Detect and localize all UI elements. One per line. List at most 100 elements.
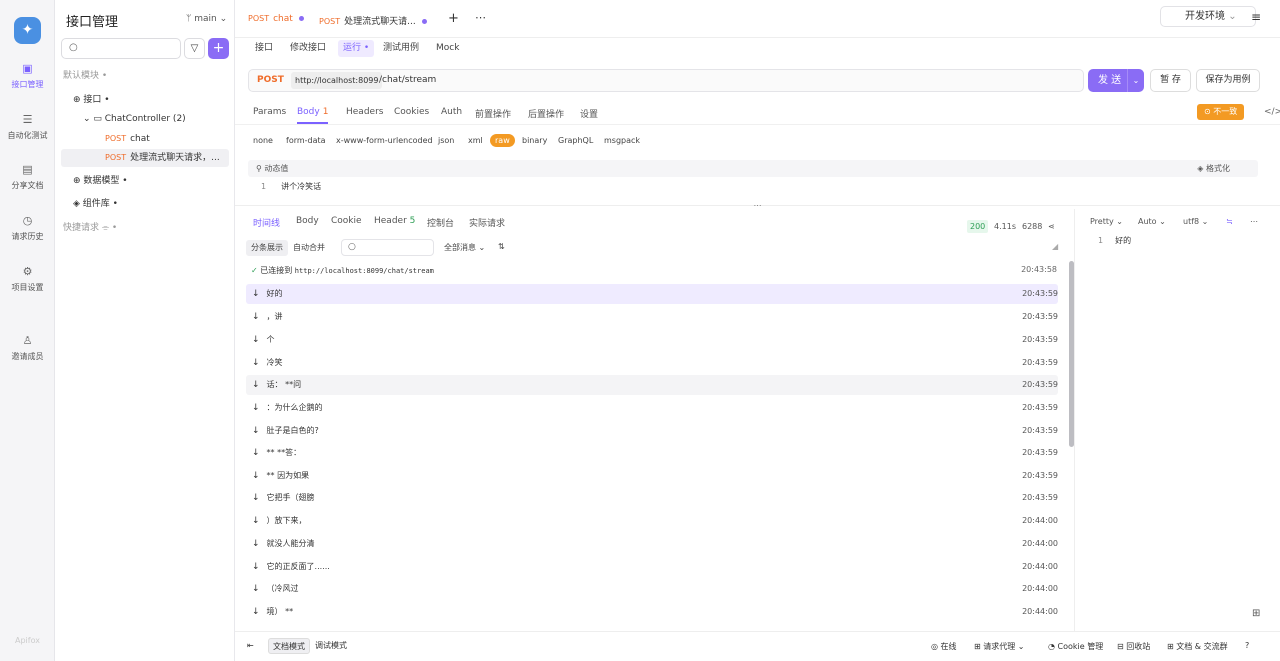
bodytype-raw[interactable]: raw	[490, 134, 515, 147]
tree-api-folder[interactable]: ⊕ 接口 •	[61, 91, 229, 109]
list-item[interactable]: ↓ 好的 20:43:59	[246, 284, 1058, 304]
subtab-api[interactable]: 接口	[250, 40, 278, 57]
list-item[interactable]: ↓ （冷风过 20:44:00	[246, 579, 1058, 599]
list-item[interactable]: ↓ 境） ** 20:44:00	[246, 602, 1058, 622]
wrap-icon[interactable]: ≒	[1226, 217, 1233, 226]
tree-data-models[interactable]: ⊕ 数据模型 •	[61, 172, 229, 190]
tree-endpoint-stream[interactable]: POST 处理流式聊天请求，...	[61, 149, 229, 167]
tab-auth[interactable]: Auth	[441, 107, 462, 117]
bodytype-binary[interactable]: binary	[522, 136, 547, 145]
timeline-search-input[interactable]: ○	[341, 239, 434, 256]
tree-quick-requests[interactable]: 快捷请求 ⌯ •	[61, 219, 229, 237]
request-path-input[interactable]: /chat/stream	[379, 75, 436, 85]
auto-merge-button[interactable]: 自动合并	[288, 240, 330, 256]
tab-console[interactable]: 控制台	[427, 216, 454, 229]
tree-search-input[interactable]: ○	[61, 38, 181, 59]
tab-actual-request[interactable]: 实际请求	[469, 216, 505, 229]
tab-cookies[interactable]: Cookies	[394, 107, 429, 117]
doc-mode-button[interactable]: 文档模式	[268, 638, 310, 654]
rail-project-settings[interactable]: ⚙ 项目设置	[0, 265, 55, 293]
list-item[interactable]: ↓ ** 因为如果 20:43:59	[246, 466, 1058, 486]
request-method[interactable]: POST	[257, 75, 284, 85]
tab-settings[interactable]: 设置	[580, 107, 598, 120]
subtab-edit[interactable]: 修改接口	[285, 40, 331, 57]
list-item[interactable]: ↓ ，讲 20:43:59	[246, 307, 1058, 327]
request-proxy[interactable]: ⊞ 请求代理 ⌄	[974, 641, 1025, 652]
mismatch-badge[interactable]: ⊙ 不一致	[1197, 104, 1245, 120]
tab-chat[interactable]: POST chat	[248, 14, 304, 24]
tab-resp-body[interactable]: Body	[296, 216, 319, 226]
auto-selector[interactable]: Auto ⌄	[1138, 217, 1166, 226]
encoding-selector[interactable]: utf8 ⌄	[1183, 217, 1208, 226]
tree-endpoint-chat[interactable]: POST chat	[61, 130, 229, 148]
body-editor[interactable]: 1 讲个冷笑话	[261, 181, 321, 192]
bodytype-xml[interactable]: xml	[468, 136, 483, 145]
tab-resp-header[interactable]: Header 5	[374, 216, 415, 226]
list-item[interactable]: ↓ 它的正反面了...... 20:44:00	[246, 557, 1058, 577]
timeline-scrollbar[interactable]	[1069, 261, 1074, 447]
send-button[interactable]: 发 送 ⌄	[1088, 69, 1144, 92]
subtab-testcases[interactable]: 测试用例	[378, 40, 424, 57]
list-item[interactable]: ↓ 它把手（翅膀 20:43:59	[246, 488, 1058, 508]
more-icon[interactable]: ⋯	[1250, 217, 1258, 226]
recycle-bin[interactable]: ⊟ 回收站	[1117, 641, 1150, 652]
format-button[interactable]: ◈ 格式化	[1197, 160, 1230, 177]
list-item[interactable]: ↓ 冷笑 20:43:59	[246, 353, 1058, 373]
chevron-down-icon[interactable]: ⌄	[1127, 69, 1144, 92]
tree-chatcontroller[interactable]: ⌄ ▭ ChatController (2)	[61, 110, 229, 128]
save-as-case-button[interactable]: 保存为用例	[1196, 69, 1260, 92]
tab-headers[interactable]: Headers	[346, 107, 383, 117]
online-status[interactable]: ◎ 在线	[931, 641, 957, 652]
tree-components[interactable]: ◈ 组件库 •	[61, 195, 229, 213]
bodytype-graphql[interactable]: GraphQL	[558, 136, 593, 145]
bodytype-json[interactable]: json	[438, 136, 454, 145]
more-tabs-button[interactable]: ⋯	[475, 11, 486, 24]
dynamic-value-bar[interactable]: ⚲ 动态值 ◈ 格式化	[248, 160, 1258, 177]
tab-body[interactable]: Body 1	[297, 107, 329, 124]
url-bar[interactable]: POST http://localhost:8099 /chat/stream	[248, 69, 1084, 92]
pretty-selector[interactable]: Pretty ⌄	[1090, 217, 1123, 226]
save-button[interactable]: 暂 存	[1150, 69, 1191, 92]
rail-history[interactable]: ◷ 请求历史	[0, 214, 55, 242]
rail-automation[interactable]: ☰ 自动化测试	[0, 113, 55, 141]
list-item[interactable]: ↓ 就没人能分清 20:44:00	[246, 534, 1058, 554]
sort-icon[interactable]: ⇅	[498, 242, 505, 251]
list-item[interactable]: ↓ ）放下来， 20:44:00	[246, 511, 1058, 531]
base-url-chip[interactable]: http://localhost:8099	[291, 72, 383, 89]
tab-params[interactable]: Params	[253, 107, 286, 117]
rail-invite[interactable]: ♙ 邀请成员	[0, 334, 55, 362]
docs-community[interactable]: ⊞ 文档 & 交流群	[1167, 641, 1228, 652]
code-icon[interactable]: </>	[1264, 107, 1280, 117]
rail-share-docs[interactable]: ▤ 分享文档	[0, 163, 55, 191]
message-filter[interactable]: 全部消息 ⌄	[444, 242, 485, 253]
tree-default-module[interactable]: 默认模块 •	[61, 67, 229, 85]
new-tab-button[interactable]: +	[448, 11, 459, 26]
list-item[interactable]: ↓ ** **答： 20:43:59	[246, 443, 1058, 463]
bodytype-none[interactable]: none	[253, 136, 273, 145]
list-item[interactable]: ↓ 个 20:43:59	[246, 330, 1058, 350]
list-item[interactable]: ↓ ：为什么企鹅的 20:43:59	[246, 398, 1058, 418]
subtab-mock[interactable]: Mock	[431, 40, 464, 57]
split-view-button[interactable]: 分条展示	[246, 240, 288, 256]
cookie-manager[interactable]: ◔ Cookie 管理	[1048, 641, 1103, 652]
subtab-run[interactable]: 运行 •	[338, 40, 375, 57]
share-icon[interactable]: ⋖	[1048, 222, 1055, 231]
tab-post-ops[interactable]: 后置操作	[528, 107, 564, 120]
clear-icon[interactable]: ◢	[1052, 242, 1058, 251]
expand-icon[interactable]: ⊞	[1252, 608, 1260, 619]
add-button[interactable]: +	[208, 38, 229, 59]
bodytype-msgpack[interactable]: msgpack	[604, 136, 640, 145]
bodytype-form-data[interactable]: form-data	[286, 136, 326, 145]
tab-stream[interactable]: POST 处理流式聊天请...	[319, 14, 427, 27]
tab-pre-ops[interactable]: 前置操作	[475, 107, 511, 120]
filter-button[interactable]: ▽	[184, 38, 205, 59]
bodytype-urlencoded[interactable]: x-www-form-urlencoded	[336, 136, 433, 145]
rail-api-management[interactable]: ▣ 接口管理	[0, 62, 55, 90]
branch-selector[interactable]: ᛘ main ⌄	[186, 14, 227, 24]
list-item[interactable]: ↓ 话： **问 20:43:59	[246, 375, 1058, 395]
collapse-sidebar-icon[interactable]: ⇤	[247, 641, 254, 650]
menu-icon[interactable]: ≡	[1246, 7, 1266, 27]
tab-resp-cookie[interactable]: Cookie	[331, 216, 362, 226]
tab-timeline[interactable]: 时间线	[253, 216, 280, 229]
environment-selector[interactable]: 开发环境 ⌄	[1160, 6, 1256, 27]
